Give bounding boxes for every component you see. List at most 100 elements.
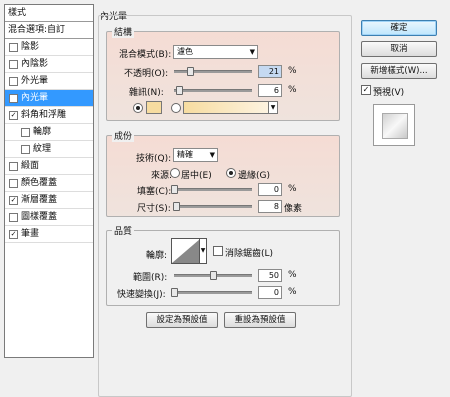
style-item-checkbox[interactable] — [9, 162, 18, 171]
make-default-button[interactable]: 設定為預設值 — [146, 312, 218, 328]
size-label: 尺寸(S): — [137, 204, 171, 214]
style-item-checkbox[interactable] — [9, 213, 18, 222]
style-item[interactable]: ✓ 筆畫 — [5, 226, 93, 243]
opacity-unit: % — [288, 66, 297, 76]
style-list: 樣式 混合選項:自訂 陰影 內陰影 外光暈 ✓ 內光暈 ✓ 斜角和浮雕 輪廓 紋理 緞面 顏色覆蓋 ✓… — [4, 4, 94, 358]
gradient-radio[interactable] — [171, 103, 181, 113]
range-unit: % — [288, 270, 297, 280]
style-item-label: 紋理 — [33, 144, 52, 154]
style-item[interactable]: 內陰影 — [5, 56, 93, 73]
choke-label: 填塞(C): — [137, 187, 172, 197]
structure-title: 結構 — [112, 25, 135, 38]
range-input[interactable]: 50 — [258, 269, 282, 282]
chevron-down-icon: ▼ — [249, 48, 255, 56]
range-slider-thumb[interactable] — [210, 271, 217, 280]
technique-label: 技術(Q): — [136, 154, 172, 164]
quality-title: 品質 — [112, 224, 135, 237]
style-item[interactable]: 緞面 — [5, 158, 93, 175]
opacity-label: 不透明(O): — [124, 69, 169, 79]
choke-slider-thumb[interactable] — [171, 185, 178, 194]
opacity-input[interactable]: 21 — [258, 65, 282, 78]
source-center-label[interactable]: 居中(E) — [181, 168, 212, 181]
style-item[interactable]: ✓ 漸層覆蓋 — [5, 192, 93, 209]
anti-alias-label[interactable]: 消除鋸齒(L) — [225, 246, 273, 259]
gradient-dropdown-icon[interactable]: ▼ — [268, 101, 278, 114]
contour-label: 輪廓: — [146, 251, 168, 261]
blend-mode-select[interactable]: 濾色 ▼ — [173, 45, 258, 59]
style-item[interactable]: ✓ 內光暈 — [5, 90, 93, 107]
preview-label[interactable]: 預視(V) — [373, 85, 404, 98]
choke-input[interactable]: 0 — [258, 183, 282, 196]
source-edge-radio[interactable] — [226, 168, 236, 178]
elements-title: 成份 — [112, 129, 135, 142]
style-item[interactable]: 輪廓 — [5, 124, 93, 141]
jitter-unit: % — [288, 287, 297, 297]
style-item-label: 外光暈 — [21, 76, 49, 86]
noise-label: 雜訊(N): — [129, 88, 164, 98]
contour-dropdown-icon[interactable]: ▼ — [199, 238, 207, 264]
jitter-input[interactable]: 0 — [258, 286, 282, 299]
source-edge-label[interactable]: 邊緣(G) — [238, 168, 270, 181]
style-item[interactable]: 外光暈 — [5, 73, 93, 90]
style-item-checkbox[interactable] — [9, 77, 18, 86]
anti-alias-checkbox[interactable] — [213, 246, 223, 256]
glow-color-swatch[interactable] — [146, 101, 162, 114]
style-item-checkbox[interactable]: ✓ — [9, 196, 18, 205]
range-label: 範圍(R): — [133, 273, 168, 283]
size-slider-thumb[interactable] — [173, 202, 181, 211]
noise-slider[interactable] — [174, 89, 252, 92]
style-item-label: 漸層覆蓋 — [21, 195, 58, 205]
source-center-radio[interactable] — [170, 168, 180, 178]
ok-button[interactable]: 確定 — [361, 20, 437, 36]
blend-mode-label: 混合模式(B): — [119, 50, 172, 60]
style-item[interactable]: 紋理 — [5, 141, 93, 158]
chevron-down-icon: ▼ — [209, 151, 215, 159]
jitter-slider-thumb[interactable] — [171, 288, 178, 297]
style-item-label: 內光暈 — [21, 93, 49, 103]
style-item-checkbox[interactable]: ✓ — [9, 94, 18, 103]
jitter-label: 快速變換(J): — [117, 290, 166, 300]
style-item-label: 緞面 — [21, 161, 40, 171]
style-item-label: 顏色覆蓋 — [21, 178, 58, 188]
style-item-label: 圖樣覆蓋 — [21, 212, 58, 222]
style-item[interactable]: 陰影 — [5, 39, 93, 56]
style-item-checkbox[interactable]: ✓ — [9, 111, 18, 120]
style-item-label: 輪廓 — [33, 127, 52, 137]
source-label: 來源: — [151, 171, 173, 181]
style-item-checkbox[interactable] — [21, 128, 30, 137]
opacity-slider-thumb[interactable] — [187, 67, 195, 76]
style-item-checkbox[interactable] — [9, 60, 18, 69]
noise-unit: % — [288, 85, 297, 95]
style-item[interactable]: 圖樣覆蓋 — [5, 209, 93, 226]
choke-unit: % — [288, 184, 297, 194]
style-item-checkbox[interactable] — [21, 145, 30, 154]
size-input[interactable]: 8 — [258, 200, 282, 213]
style-item-checkbox[interactable] — [9, 43, 18, 52]
choke-slider[interactable] — [174, 188, 252, 191]
cancel-button[interactable]: 取消 — [361, 41, 437, 57]
style-list-header[interactable]: 樣式 — [5, 5, 93, 22]
blending-options-item[interactable]: 混合選項:自訂 — [5, 22, 93, 39]
technique-select[interactable]: 精確 ▼ — [173, 148, 218, 162]
contour-curve-icon — [172, 239, 200, 263]
size-slider[interactable] — [174, 205, 252, 208]
opacity-slider[interactable] — [174, 70, 252, 73]
reset-default-button[interactable]: 重設為預設值 — [224, 312, 296, 328]
style-item-label: 筆畫 — [21, 229, 40, 239]
jitter-slider[interactable] — [174, 291, 252, 294]
style-item-label: 陰影 — [21, 42, 40, 52]
technique-value: 精確 — [177, 150, 193, 159]
color-radio[interactable] — [133, 103, 143, 113]
style-item-checkbox[interactable]: ✓ — [9, 230, 18, 239]
style-item[interactable]: ✓ 斜角和浮雕 — [5, 107, 93, 124]
style-item-checkbox[interactable] — [9, 179, 18, 188]
contour-thumbnail[interactable] — [171, 238, 201, 264]
preview-checkbox[interactable]: ✓ — [361, 85, 371, 95]
gradient-picker[interactable] — [183, 101, 269, 114]
blend-mode-value: 濾色 — [177, 47, 193, 56]
noise-input[interactable]: 6 — [258, 84, 282, 97]
style-item[interactable]: 顏色覆蓋 — [5, 175, 93, 192]
preview-thumbnail — [373, 104, 415, 146]
noise-slider-thumb[interactable] — [175, 86, 183, 95]
new-style-button[interactable]: 新增樣式(W)... — [361, 63, 437, 79]
